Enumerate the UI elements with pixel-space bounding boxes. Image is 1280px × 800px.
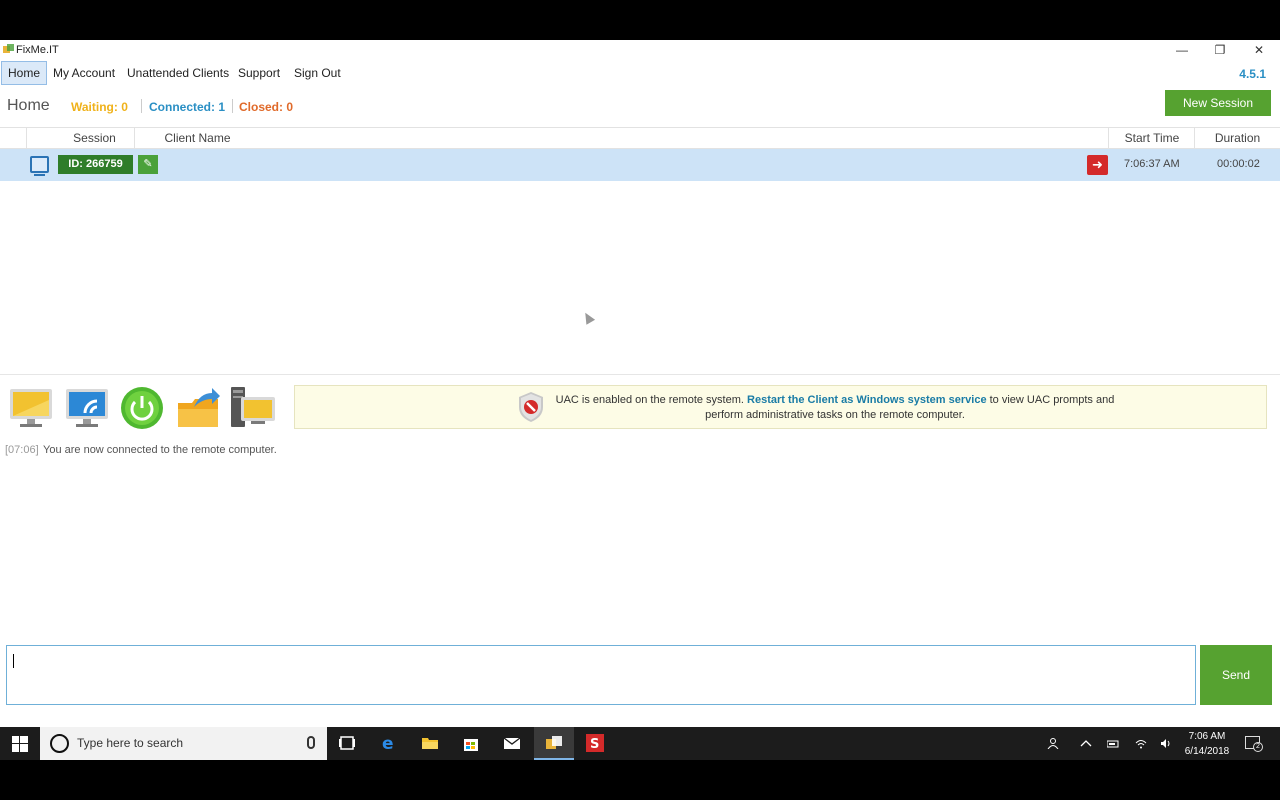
chevron-up-icon xyxy=(1080,740,1092,747)
battery-tray-button[interactable] xyxy=(1101,727,1125,760)
fixmeit-app-icon xyxy=(546,736,562,749)
page-title: Home xyxy=(7,97,50,114)
fixmeit-taskbar-button[interactable] xyxy=(534,727,574,760)
session-id-badge: ID: 266759 xyxy=(58,155,133,174)
svg-text:e: e xyxy=(382,734,394,752)
fixmeit-logo-icon xyxy=(3,44,14,53)
edit-pencil-icon[interactable]: ✎ xyxy=(138,155,158,174)
clock-time: 7:06 AM xyxy=(1188,731,1226,742)
file-explorer-button[interactable] xyxy=(410,727,450,760)
volume-tray-button[interactable] xyxy=(1154,727,1178,760)
app-s-taskbar-button[interactable]: S xyxy=(575,727,615,760)
task-view-button[interactable] xyxy=(327,727,367,760)
version-label: 4.5.1 xyxy=(1239,67,1266,81)
uac-warning-banner: UAC is enabled on the remote system. Res… xyxy=(294,385,1267,429)
waiting-count: Waiting: 0 xyxy=(71,100,128,114)
duration-cell: 00:00:02 xyxy=(1217,158,1260,170)
menu-unattended-clients[interactable]: Unattended Clients xyxy=(121,61,235,85)
network-tray-button[interactable] xyxy=(1129,727,1153,760)
window-title: FixMe.IT xyxy=(16,44,59,56)
menu-home[interactable]: Home xyxy=(1,61,48,85)
restart-as-service-link[interactable]: Restart the Client as Windows system ser… xyxy=(747,394,987,406)
connected-count: Connected: 1 xyxy=(149,100,226,114)
microphone-icon[interactable] xyxy=(307,736,315,749)
folder-icon xyxy=(422,738,438,749)
send-button[interactable]: Send xyxy=(1200,645,1272,705)
closed-count: Closed: 0 xyxy=(239,100,294,114)
table-row[interactable]: ID: 266759 ✎ ➜ 7:06:37 AM 00:00:02 xyxy=(0,149,1280,181)
stat-divider xyxy=(232,99,233,113)
svg-text:S: S xyxy=(590,737,599,752)
uac-banner-text: UAC is enabled on the remote system. Res… xyxy=(555,393,1115,423)
notification-count-badge: 2 xyxy=(1253,742,1263,752)
people-icon xyxy=(1047,738,1059,749)
remote-desktop-tool-icon[interactable] xyxy=(7,385,55,431)
file-transfer-tool-icon[interactable] xyxy=(174,385,222,431)
text-caret xyxy=(13,654,14,668)
close-window-button[interactable]: ✕ xyxy=(1240,40,1278,60)
edge-browser-button[interactable]: e xyxy=(369,727,409,760)
end-session-icon[interactable]: ➜ xyxy=(1087,155,1108,175)
task-view-icon xyxy=(339,736,355,750)
windows-logo-icon xyxy=(12,736,28,752)
uac-text-before: UAC is enabled on the remote system. xyxy=(555,394,748,406)
search-placeholder: Type here to search xyxy=(77,736,184,750)
remote-network-tool-icon[interactable] xyxy=(63,385,111,431)
mail-icon xyxy=(503,737,521,749)
taskbar-search-box[interactable]: Type here to search xyxy=(40,727,327,760)
sessions-table-header: Session Client Name Start Time Duration xyxy=(0,127,1280,149)
mouse-cursor xyxy=(580,310,596,325)
title-bar: FixMe.IT — ❐ ✕ xyxy=(0,40,1280,60)
computer-icon xyxy=(30,156,49,176)
restore-button[interactable]: ❐ xyxy=(1201,40,1239,60)
chat-message-time: [07:06] xyxy=(5,444,39,456)
speaker-icon xyxy=(1161,739,1170,748)
menu-sign-out[interactable]: Sign Out xyxy=(288,61,347,85)
taskbar-clock[interactable]: 7:06 AM 6/14/2018 xyxy=(1183,729,1231,759)
clock-date: 6/14/2018 xyxy=(1184,746,1230,757)
panel-divider xyxy=(0,374,1280,375)
menu-support[interactable]: Support xyxy=(232,61,286,85)
new-session-button[interactable]: New Session xyxy=(1165,90,1271,116)
power-reboot-tool-icon[interactable] xyxy=(118,385,166,431)
stat-divider xyxy=(141,99,142,113)
system-info-tool-icon[interactable] xyxy=(229,385,277,431)
battery-icon xyxy=(1107,740,1119,748)
edge-icon: e xyxy=(382,734,394,752)
column-start-time[interactable]: Start Time xyxy=(1108,128,1195,148)
wifi-icon xyxy=(1135,740,1147,749)
start-button[interactable] xyxy=(0,727,40,760)
minimize-button[interactable]: — xyxy=(1163,40,1201,60)
menu-my-account[interactable]: My Account xyxy=(47,61,121,85)
mail-button[interactable] xyxy=(492,727,532,760)
column-duration[interactable]: Duration xyxy=(1194,128,1280,148)
start-time-cell: 7:06:37 AM xyxy=(1124,158,1180,170)
store-bag-icon xyxy=(464,739,478,751)
uac-shield-icon xyxy=(519,392,543,422)
red-s-app-icon: S xyxy=(586,734,604,752)
cortana-icon xyxy=(50,734,69,753)
chat-message-text: You are now connected to the remote comp… xyxy=(43,444,277,456)
chat-message-input[interactable] xyxy=(6,645,1196,705)
people-tray-button[interactable] xyxy=(1041,727,1065,760)
show-hidden-icons-button[interactable] xyxy=(1074,727,1098,760)
app-window: FixMe.IT — ❐ ✕ Home My Account Unattende… xyxy=(0,40,1280,760)
windows-taskbar: Type here to search e S 7:06 AM 6/14/201… xyxy=(0,727,1280,760)
store-button[interactable] xyxy=(451,727,491,760)
column-client-name[interactable]: Client Name xyxy=(134,128,260,148)
